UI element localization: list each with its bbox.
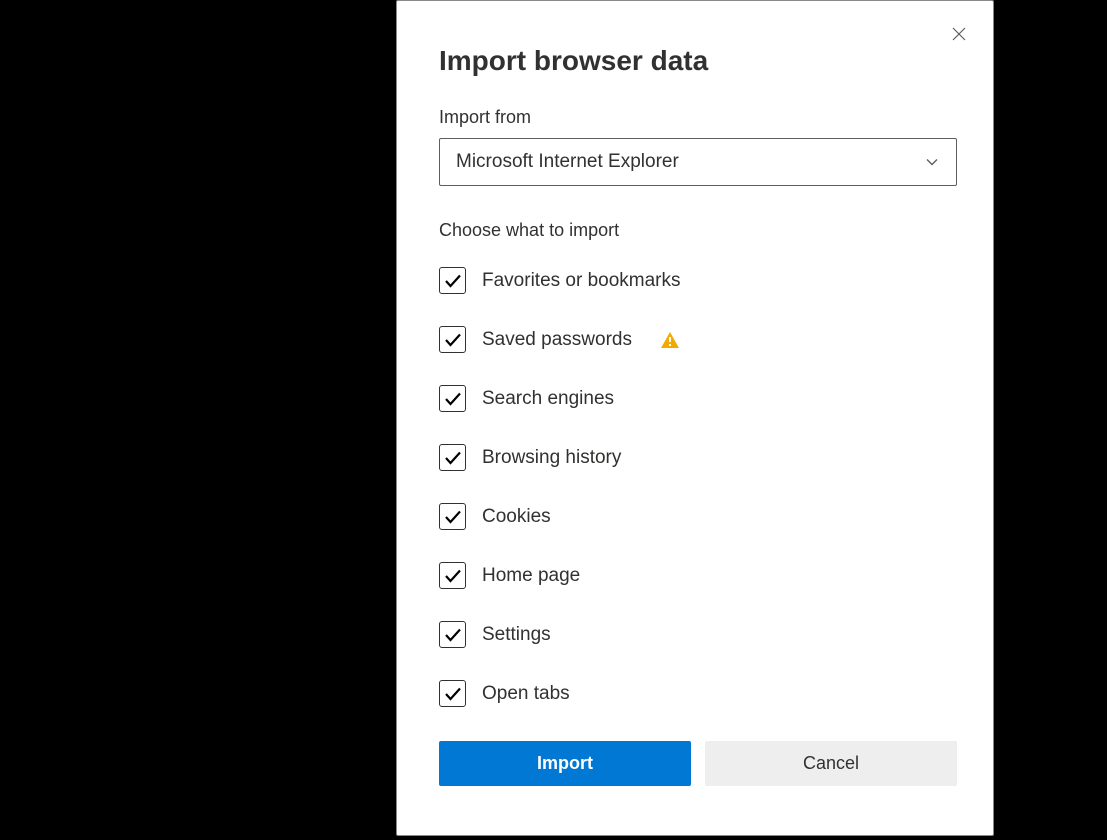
dialog-title: Import browser data (439, 45, 957, 77)
close-icon (951, 26, 967, 45)
close-button[interactable] (943, 19, 975, 51)
checkbox-row: Saved passwords (439, 326, 957, 353)
import-from-value: Microsoft Internet Explorer (456, 151, 679, 173)
checkbox-label: Cookies (482, 506, 551, 528)
import-browser-data-dialog: Import browser data Import from Microsof… (396, 0, 994, 836)
checkbox-label: Saved passwords (482, 329, 632, 351)
cancel-button[interactable]: Cancel (705, 741, 957, 786)
dialog-button-row: Import Cancel (439, 741, 957, 786)
checkbox-row: Search engines (439, 385, 957, 412)
chevron-down-icon (924, 154, 940, 170)
import-from-select[interactable]: Microsoft Internet Explorer (439, 138, 957, 186)
checkbox-settings[interactable] (439, 621, 466, 648)
checkbox-row: Settings (439, 621, 957, 648)
checkbox-browsing-history[interactable] (439, 444, 466, 471)
checkbox-label: Home page (482, 565, 580, 587)
checkbox-label: Search engines (482, 388, 614, 410)
warning-icon (660, 331, 680, 349)
checkbox-favorites[interactable] (439, 267, 466, 294)
import-button[interactable]: Import (439, 741, 691, 786)
checkbox-home-page[interactable] (439, 562, 466, 589)
checkbox-row: Open tabs (439, 680, 957, 707)
checkbox-saved-passwords[interactable] (439, 326, 466, 353)
checkbox-row: Cookies (439, 503, 957, 530)
checkbox-label: Open tabs (482, 683, 570, 705)
checkbox-row: Home page (439, 562, 957, 589)
checkbox-search-engines[interactable] (439, 385, 466, 412)
checkbox-open-tabs[interactable] (439, 680, 466, 707)
checkbox-cookies[interactable] (439, 503, 466, 530)
import-from-label: Import from (439, 107, 957, 128)
choose-what-to-import-label: Choose what to import (439, 220, 957, 241)
checkbox-label: Favorites or bookmarks (482, 270, 681, 292)
checkbox-row: Browsing history (439, 444, 957, 471)
checkbox-label: Settings (482, 624, 551, 646)
import-items-list: Favorites or bookmarks Saved passwords S… (439, 267, 957, 707)
checkbox-label: Browsing history (482, 447, 621, 469)
checkbox-row: Favorites or bookmarks (439, 267, 957, 294)
